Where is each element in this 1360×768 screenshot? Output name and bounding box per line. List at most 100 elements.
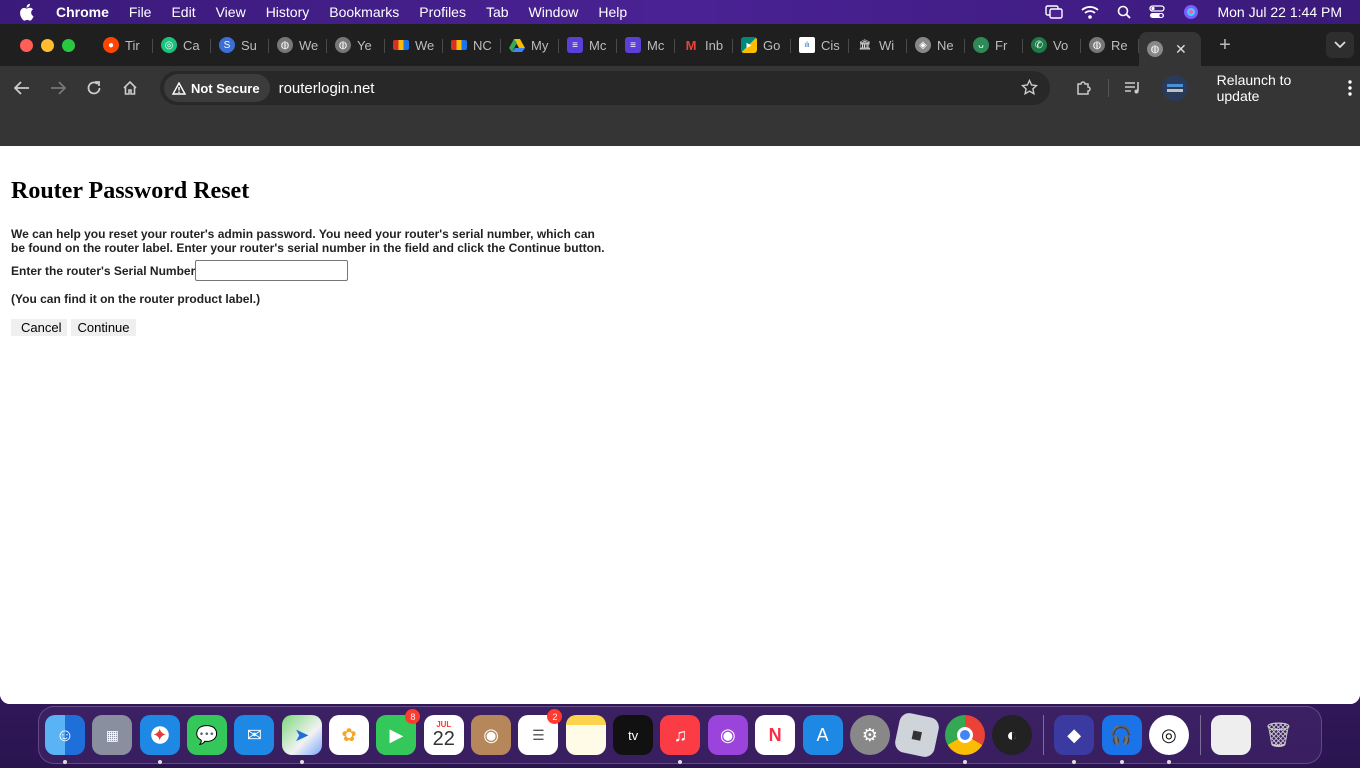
apple-tv-icon[interactable]: tv [613, 715, 654, 755]
news-icon[interactable]: N [755, 715, 796, 755]
tab[interactable]: 🏛 Wi [849, 30, 907, 60]
minimize-window-button[interactable] [41, 38, 54, 52]
tab[interactable]: ◎ Ca [153, 30, 211, 60]
tab[interactable]: ● Tir [95, 30, 153, 60]
tab[interactable]: ılı Cis [791, 30, 849, 60]
system-settings-icon[interactable]: ⚙ [849, 715, 890, 755]
launchpad-icon[interactable]: ▦ [92, 715, 133, 755]
tab[interactable]: ▸ Go [733, 30, 791, 60]
running-indicator [157, 760, 162, 764]
finder-icon[interactable]: ☺ [45, 715, 85, 764]
close-window-button[interactable] [20, 38, 33, 52]
relaunch-to-update-button[interactable]: Relaunch to update [1209, 71, 1360, 105]
calendar-icon[interactable]: JUL 22 [423, 715, 464, 755]
tab[interactable]: NC [443, 30, 501, 60]
tab[interactable]: My [501, 30, 559, 60]
new-tab-button[interactable]: + [1213, 34, 1237, 57]
calendar-day: 22 [432, 728, 455, 750]
tab[interactable]: ◍ Ye [327, 30, 385, 60]
tab[interactable]: We [385, 30, 443, 60]
globe-icon: ◍ [1147, 41, 1163, 57]
maps-icon[interactable]: ➤ [281, 715, 322, 764]
reload-button[interactable] [76, 70, 112, 106]
messages-icon[interactable]: 💬 [187, 715, 228, 755]
apple-menu-icon[interactable] [18, 3, 40, 21]
media-controls-button[interactable] [1115, 70, 1151, 106]
flag-icon [451, 40, 467, 50]
menu-tab[interactable]: Tab [486, 4, 509, 20]
music-icon[interactable]: ♫ [660, 715, 701, 764]
reminders-icon[interactable]: ☰ 2 [518, 709, 563, 755]
tab-label: My [531, 37, 549, 53]
serial-number-input[interactable] [195, 260, 349, 281]
continue-button[interactable]: Continue [71, 319, 136, 336]
menu-help[interactable]: Help [598, 4, 627, 20]
audacity-icon[interactable]: 🎧 [1101, 715, 1142, 764]
cancel-button[interactable]: Cancel [11, 319, 68, 336]
trash-icon[interactable]: 🗑 [1259, 715, 1299, 755]
menu-view[interactable]: View [216, 4, 246, 20]
tab-search-button[interactable] [1326, 32, 1354, 58]
app-store-icon[interactable]: A [802, 715, 843, 755]
menubar-clock[interactable]: Mon Jul 22 1:44 PM [1217, 4, 1342, 20]
intro-text: We can help you reset your router's admi… [11, 227, 605, 255]
tab[interactable]: ≡ Mc [617, 30, 675, 60]
zoom-window-button[interactable] [62, 38, 75, 52]
back-button[interactable] [4, 70, 40, 106]
screen-mirroring-icon[interactable] [1045, 5, 1064, 19]
extensions-button[interactable] [1066, 70, 1102, 106]
obs-icon[interactable]: ◐ [991, 715, 1032, 755]
siri-icon[interactable] [1183, 4, 1199, 20]
chrome-icon[interactable] [944, 715, 985, 764]
list-icon: ≡ [567, 37, 583, 53]
warning-icon [171, 81, 186, 95]
tab[interactable]: ◍ We [269, 30, 327, 60]
gmail-icon: M [685, 37, 697, 53]
menu-file[interactable]: File [129, 4, 152, 20]
tab-label: Mc [589, 37, 607, 53]
tab[interactable]: S Su [211, 30, 269, 60]
profile-avatar[interactable] [1157, 70, 1193, 106]
roblox-icon[interactable]: ■ [893, 711, 941, 759]
shortcuts-icon[interactable]: ◆ [1054, 715, 1095, 764]
tab[interactable]: ᴗ Fr [965, 30, 1023, 60]
mail-icon[interactable]: ✉ [234, 715, 275, 755]
podcasts-icon[interactable]: ◉ [707, 715, 748, 755]
home-button[interactable] [112, 70, 148, 106]
menu-bookmarks[interactable]: Bookmarks [329, 4, 399, 20]
tab-label: Fr [995, 37, 1008, 53]
tab[interactable]: ≡ Mc [559, 30, 617, 60]
contacts-icon[interactable]: ◉ [471, 715, 512, 755]
photos-icon[interactable]: ✿ [329, 715, 370, 755]
document-stack-icon[interactable] [1211, 715, 1252, 755]
menu-app-chrome[interactable]: Chrome [56, 4, 109, 20]
site-info-button[interactable]: Not Secure [163, 74, 270, 102]
webcam-app-icon[interactable]: ◎ [1148, 715, 1189, 764]
tab[interactable]: ◈ Ne [907, 30, 965, 60]
close-tab-icon[interactable]: ✕ [1175, 41, 1187, 58]
bookmark-star-icon[interactable] [1020, 78, 1038, 101]
facetime-icon[interactable]: ▶ 8 [376, 709, 421, 755]
browser-toolbar: Not Secure routerlogin.net Relaunch to u… [0, 66, 1360, 110]
menu-window[interactable]: Window [529, 4, 579, 20]
control-center-icon[interactable] [1149, 5, 1166, 19]
wifi-icon[interactable] [1081, 5, 1100, 19]
menu-edit[interactable]: Edit [171, 4, 195, 20]
tab-list: ● Tir ◎ Ca S Su ◍ We ◍ Ye We NC My ≡ Mc ≡ Mc MI… [95, 24, 1201, 66]
running-indicator [962, 760, 967, 764]
forward-button[interactable] [40, 70, 76, 106]
notes-icon[interactable] [565, 715, 606, 755]
url-text[interactable]: routerlogin.net [279, 80, 375, 97]
tab-active[interactable]: ◍ ✕ [1139, 32, 1201, 66]
tab-label: Cis [821, 37, 840, 53]
address-bar[interactable]: Not Secure routerlogin.net [159, 71, 1050, 105]
spotlight-search-icon[interactable] [1117, 5, 1132, 19]
safari-icon[interactable]: ✦ [139, 715, 180, 764]
chevron-down-icon [1334, 41, 1346, 49]
tab[interactable]: M Inb [675, 30, 733, 60]
menu-profiles[interactable]: Profiles [419, 4, 466, 20]
tab-label: Go [763, 37, 781, 53]
tab[interactable]: ◍ Re [1081, 30, 1139, 60]
tab[interactable]: ✆ Vo [1023, 30, 1081, 60]
menu-history[interactable]: History [266, 4, 310, 20]
